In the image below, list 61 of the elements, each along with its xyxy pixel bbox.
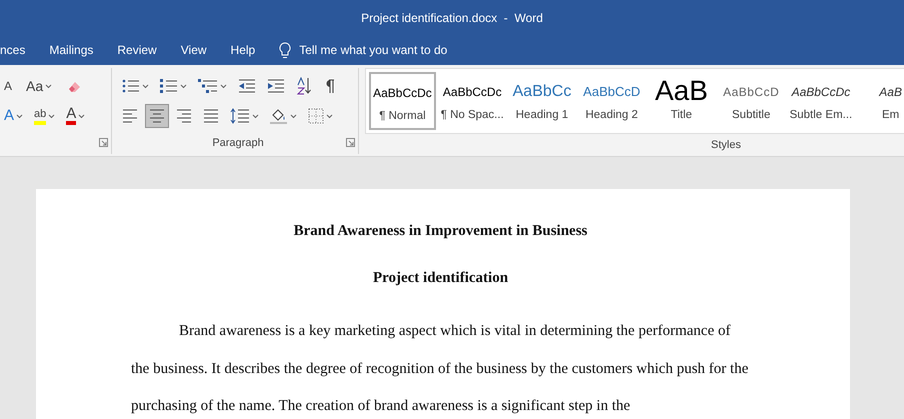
caret-icon [48,114,56,118]
ribbon-tab[interactable]: Review [105,41,169,59]
shrink-font-button[interactable]: A [0,74,16,98]
sort-icon [296,77,312,95]
window-title: Project identification.docx - Word [361,10,543,26]
caret-icon [290,114,297,118]
style-preview: AaB [879,84,902,101]
caret-icon [252,114,259,118]
group-label: Styles [710,138,741,152]
change-case-button[interactable]: Aa [22,74,56,98]
style-name: Em [882,108,900,123]
text-effects-button[interactable]: A [0,104,28,128]
multilevel-list-icon [198,78,218,94]
style-name: Subtitle [732,108,770,123]
dialog-launcher-icon [99,138,108,148]
caret-icon [142,84,149,88]
align-center-button[interactable] [145,104,169,128]
align-left-icon [122,109,138,123]
numbered-list-icon [160,78,178,94]
style-preview: AaB [654,77,708,107]
font-color-button[interactable]: A [62,104,90,128]
align-right-icon [176,109,192,123]
group-label: Paragraph [211,136,265,150]
ribbon-tab[interactable]: View [168,41,219,59]
style-preview: AaBbCcDc [373,85,432,102]
style-name: ¶ No Spac... [440,108,504,123]
style-preview: AaBbCcD [723,84,780,101]
caret-icon [45,84,52,88]
style-name: ¶ Normal [379,109,426,124]
shading-icon [270,108,288,124]
caret-icon [326,114,333,118]
dialog-launcher-icon [346,138,355,148]
ribbon-tab[interactable]: nces [0,41,38,59]
tell-me-field[interactable]: Tell me what you want to do [297,40,498,60]
increase-indent-icon [267,79,285,93]
style-gallery-item[interactable]: AaBbCcDc ¶ Normal [369,72,436,130]
ribbon-tab[interactable]: Help [218,41,268,59]
style-name: Heading 2 [585,108,638,123]
document-heading: Brand Awareness in Improvement in Business [292,222,588,241]
style-name: Subtle Em... [790,108,852,123]
caret-icon [16,114,24,118]
borders-icon [308,108,324,124]
bullet-list-icon [122,78,140,94]
caret-icon [220,84,227,88]
style-preview: AaBbCcD [583,83,640,101]
document-heading: Project identification [372,269,510,288]
line-spacing-icon [230,108,250,124]
style-preview: AaBbCcDc [442,84,502,101]
decrease-indent-icon [238,79,256,93]
align-center-icon [149,109,165,123]
style-preview: AaBbCc [512,82,572,102]
style-name: Title [670,108,692,123]
caret-icon [180,84,187,88]
justify-icon [203,109,219,123]
body-paragraph: Brand awareness is a key marketing aspect which is vital in determining the performance of the business. It describes the degree of recognition of the business by the customers which push for the purchasing of the name. The creation of brand awareness is a significant step in the [131,322,750,416]
lightbulb-icon [279,42,292,58]
ribbon-tab[interactable]: Mailings [37,41,106,59]
style-preview: AaBbCcDc [792,84,850,101]
caret-icon [78,114,86,118]
highlight-color-button[interactable]: ab [30,104,60,128]
style-name: Heading 1 [516,108,568,123]
